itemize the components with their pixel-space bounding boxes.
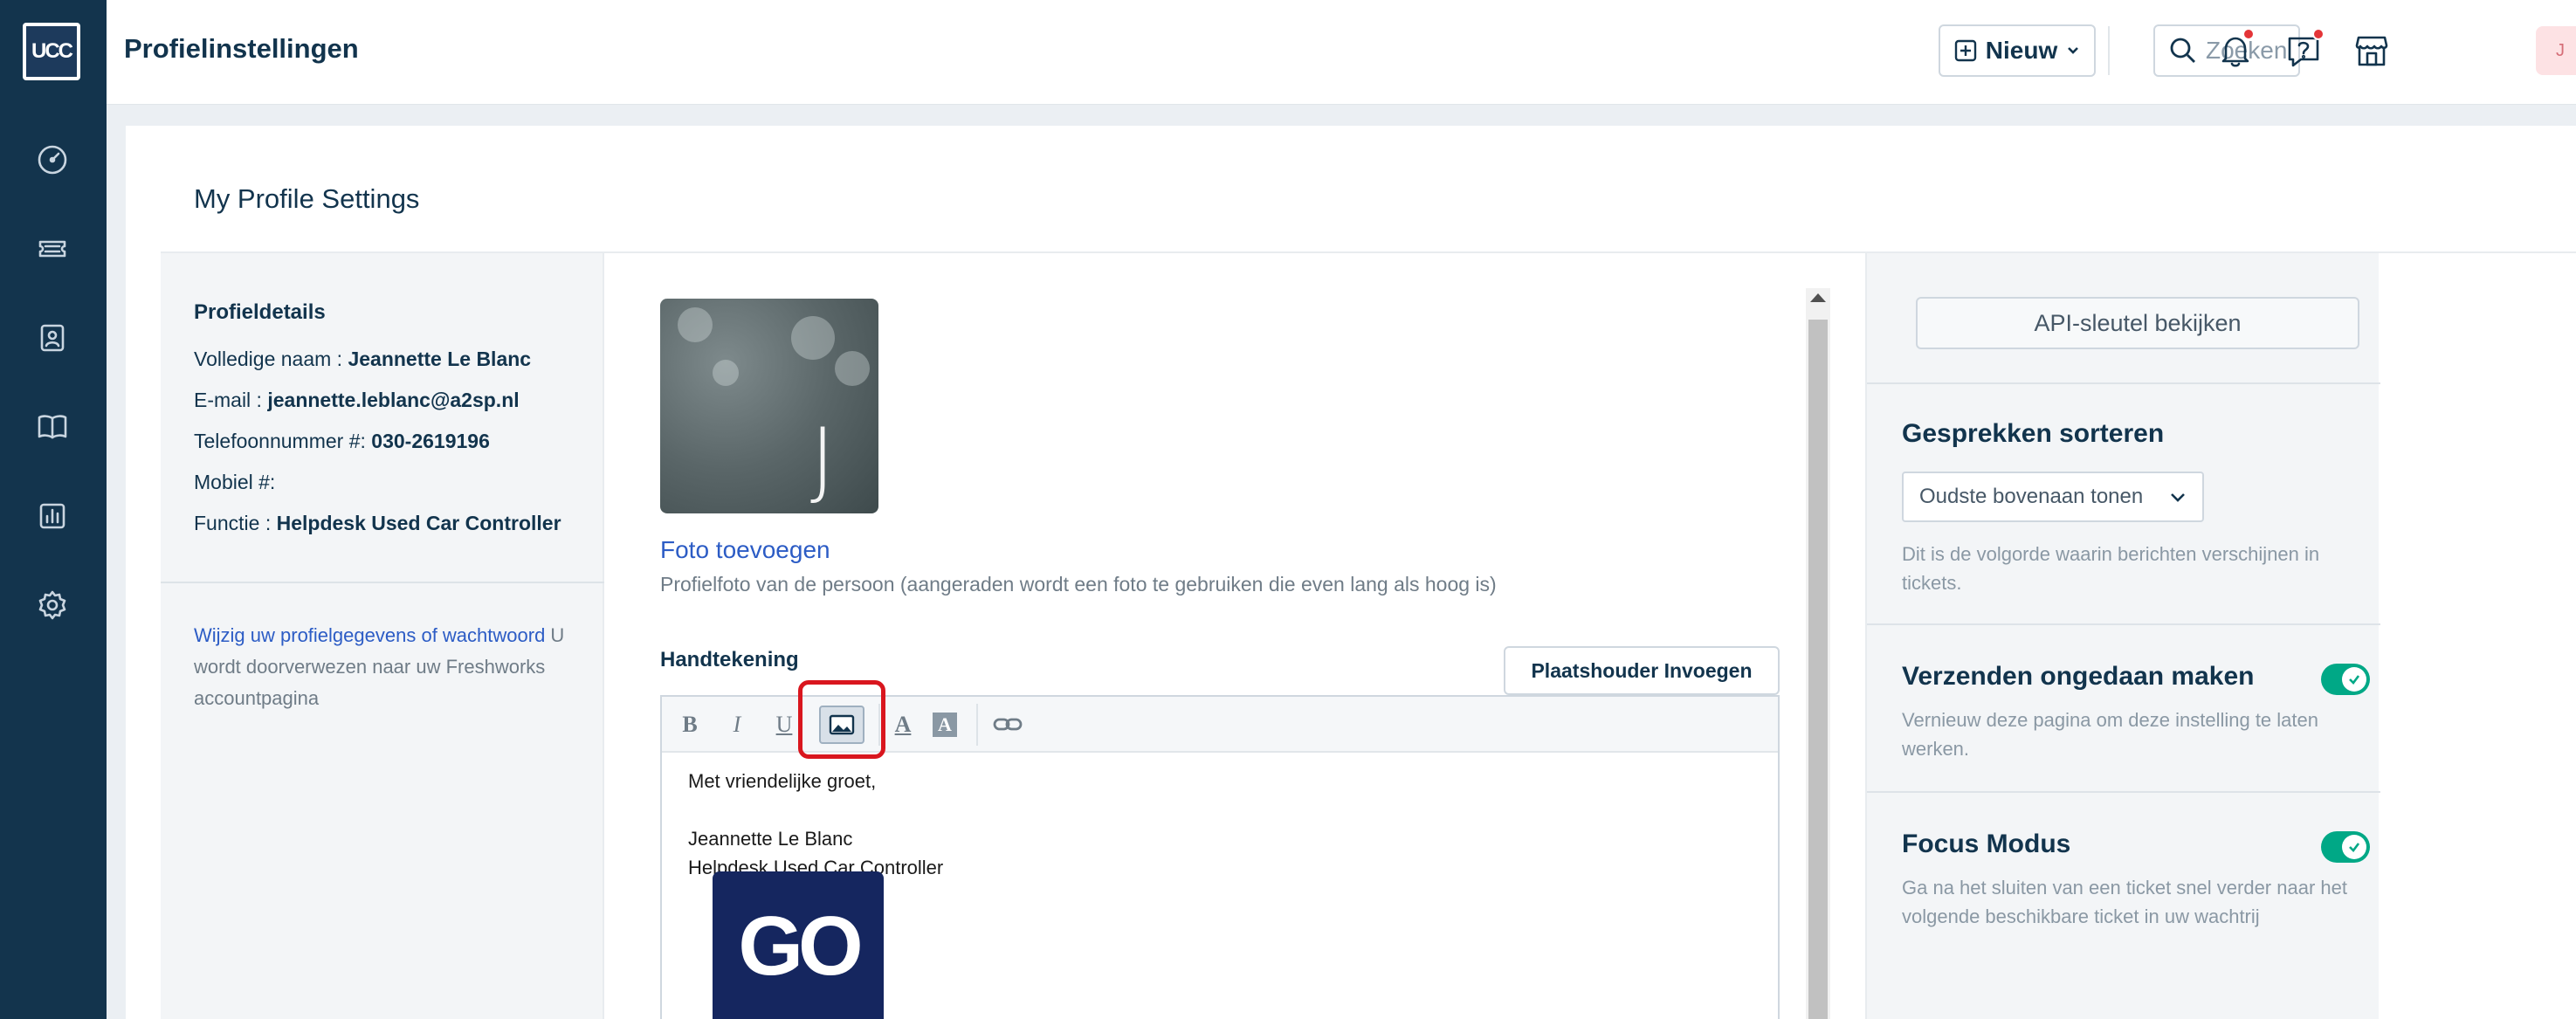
undo-send-help-text: Vernieuw deze pagina om deze instelling … [1902, 709, 2318, 760]
check-icon [2349, 675, 2360, 685]
detail-label: E-mail : [194, 389, 268, 411]
view-api-key-button[interactable]: API-sleutel bekijken [1916, 297, 2359, 349]
sort-selected-value: Oudste bovenaan tonen [1919, 485, 2144, 508]
focus-mode-heading: Focus Modus [1902, 830, 2071, 858]
sort-order-select[interactable]: Oudste bovenaan tonen [1902, 472, 2204, 522]
detail-label: Mobiel #: [194, 471, 276, 493]
reports-icon[interactable] [32, 496, 72, 536]
detail-label: Telefoonnummer #: [194, 430, 372, 452]
detail-value: 030-2619196 [371, 430, 490, 452]
logo-mark: UCC [26, 26, 77, 77]
detail-value: jeannette.leblanc@a2sp.nl [267, 389, 520, 411]
sidebar: UCC [0, 0, 107, 1019]
chevron-down-icon [2068, 47, 2079, 54]
photo-bokeh [713, 360, 739, 386]
user-avatar[interactable]: J [2536, 26, 2576, 75]
app-logo[interactable]: UCC [23, 23, 80, 80]
photo-bokeh [835, 351, 870, 386]
detail-function: Functie : Helpdesk Used Car Controller [194, 512, 561, 535]
toggle-knob [2342, 835, 2366, 859]
check-icon [2349, 843, 2360, 852]
marketplace-icon[interactable] [2347, 26, 2396, 75]
background-color-button[interactable]: A [933, 713, 957, 737]
underline-button[interactable]: U [767, 709, 802, 740]
photo-initial: J [810, 410, 836, 508]
focus-mode-help-text: Ga na het sluiten van een ticket snel ve… [1902, 877, 2347, 927]
dashboard-icon[interactable] [32, 140, 72, 180]
scrollbar-thumb[interactable] [1808, 320, 1828, 1019]
divider [1867, 791, 2380, 793]
detail-label: Volledige naam : [194, 348, 348, 370]
signature-line: Jeannette Le Blanc [688, 828, 853, 850]
toggle-knob [2342, 667, 2366, 692]
page-title: Profielinstellingen [124, 33, 359, 64]
signature-line: Met vriendelijke groet, [688, 770, 877, 792]
detail-email: E-mail : jeannette.leblanc@a2sp.nl [194, 389, 520, 412]
detail-value: Jeannette Le Blanc [348, 348, 532, 370]
detail-full-name: Volledige naam : Jeannette Le Blanc [194, 348, 531, 371]
help-icon[interactable] [2279, 26, 2328, 75]
chevron-down-icon [2171, 493, 2185, 502]
contacts-icon[interactable] [32, 318, 72, 358]
font-color-button[interactable]: A [885, 709, 920, 740]
photo-bokeh [791, 316, 835, 360]
new-button[interactable]: Nieuw [1939, 24, 2096, 77]
photo-bokeh [678, 307, 713, 342]
profile-photo[interactable]: J [660, 299, 878, 513]
notifications-icon[interactable] [2211, 26, 2260, 75]
tickets-icon[interactable] [32, 229, 72, 269]
highlight-box [798, 680, 885, 759]
italic-button[interactable]: I [720, 709, 754, 740]
plus-square-icon [1954, 39, 1976, 62]
new-button-label: Nieuw [1985, 37, 2058, 64]
insert-placeholder-button[interactable]: Plaatshouder Invoegen [1504, 646, 1780, 695]
account-note: Wijzig uw profielgegevens of wachtwoord … [194, 620, 578, 714]
sort-help-text: Dit is de volgorde waarin berichten vers… [1902, 543, 2320, 594]
settings-icon[interactable] [32, 585, 72, 625]
signature-label: Handtekening [660, 648, 799, 671]
signature-logo-image[interactable]: GO [713, 871, 884, 1019]
settings-panel: API-sleutel bekijken Gesprekken sorteren… [1865, 253, 2380, 1019]
detail-value: Helpdesk Used Car Controller [276, 512, 561, 534]
undo-send-heading: Verzenden ongedaan maken [1902, 662, 2255, 691]
search-icon [2170, 38, 2195, 63]
knowledge-base-icon[interactable] [32, 407, 72, 447]
help-dot [2312, 28, 2325, 40]
sort-heading: Gesprekken sorteren [1902, 419, 2165, 448]
detail-label: Functie : [194, 512, 277, 534]
card-title: My Profile Settings [194, 183, 420, 214]
divider [1867, 623, 2380, 625]
profile-details-panel: Profieldetails Volledige naam : Jeannett… [161, 253, 604, 1019]
divider [1867, 382, 2380, 384]
notification-dot [2242, 28, 2255, 40]
toolbar-divider [976, 704, 978, 746]
link-icon [993, 718, 1023, 731]
undo-send-toggle[interactable] [2321, 664, 2370, 695]
insert-link-button[interactable] [990, 709, 1025, 740]
profile-details-heading: Profieldetails [194, 300, 326, 324]
divider [2108, 26, 2110, 75]
divider [161, 582, 604, 583]
detail-phone: Telefoonnummer #: 030-2619196 [194, 430, 490, 453]
edit-profile-link[interactable]: Wijzig uw profielgegevens of wachtwoord [194, 624, 545, 646]
add-photo-link[interactable]: Foto toevoegen [660, 536, 830, 564]
photo-help-text: Profielfoto van de persoon (aangeraden w… [660, 573, 1497, 596]
focus-mode-toggle[interactable] [2321, 831, 2370, 863]
bold-button[interactable]: B [672, 709, 707, 740]
scroll-up-arrow[interactable] [1810, 293, 1826, 302]
topbar: Profielinstellingen Nieuw Zoeken J [107, 0, 2576, 105]
detail-mobile: Mobiel #: [194, 471, 275, 494]
